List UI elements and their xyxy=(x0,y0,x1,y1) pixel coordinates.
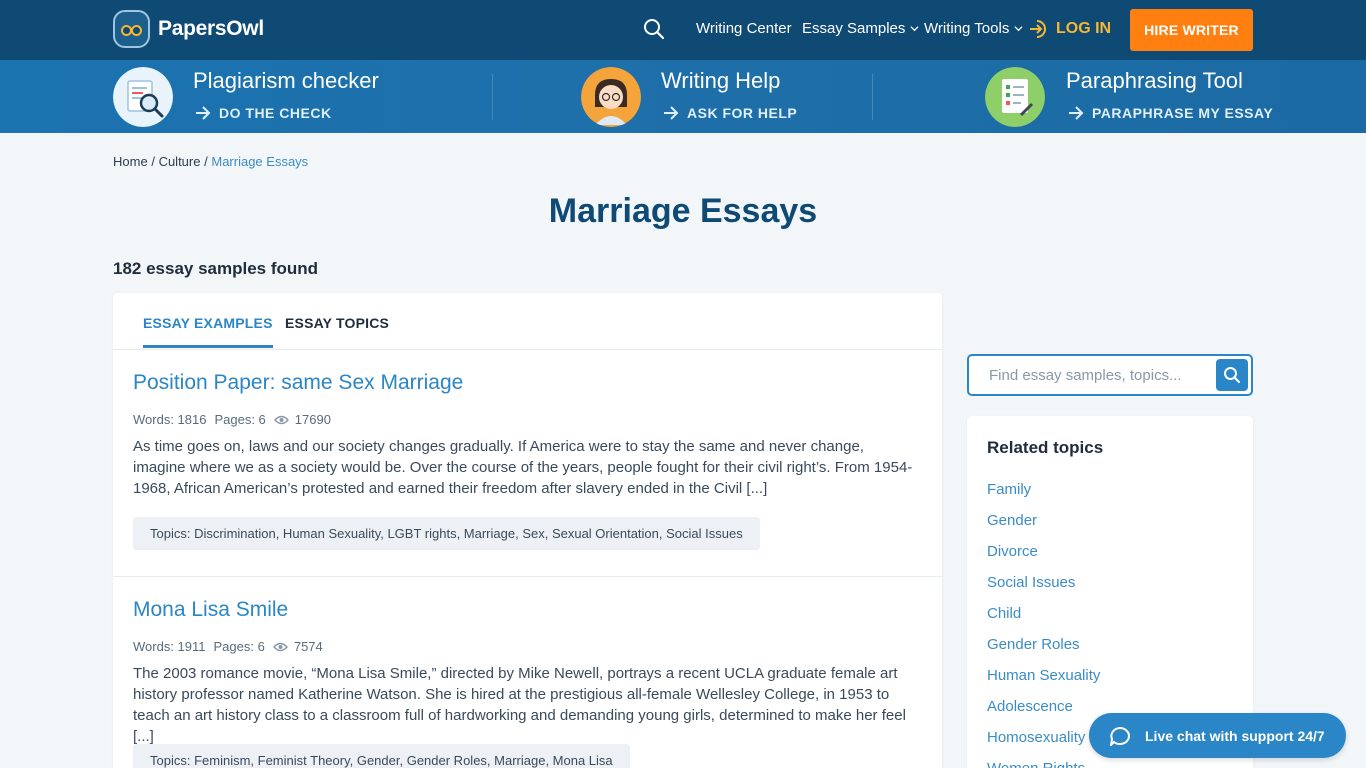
do-the-check-link[interactable]: DO THE CHECK xyxy=(195,105,332,121)
results-count: 182 essay samples found xyxy=(113,259,319,278)
related-topic-link[interactable]: Social Issues xyxy=(987,574,1100,605)
search-icon xyxy=(1224,367,1240,383)
tab-essay-examples[interactable]: ESSAY EXAMPLES xyxy=(143,315,273,348)
essay-word-count: Words: 1816 xyxy=(133,412,207,427)
essay-search-button[interactable] xyxy=(1216,359,1248,391)
essay-word-count: Words: 1911 xyxy=(133,639,206,654)
breadcrumb-separator: / xyxy=(204,154,208,169)
essay-list-card: ESSAY EXAMPLES ESSAY TOPICS Position Pap… xyxy=(113,293,942,768)
hire-writer-button[interactable]: HIRE WRITER xyxy=(1130,9,1253,51)
eye-icon xyxy=(272,642,288,651)
arrow-right-icon xyxy=(664,106,679,120)
essay-item: Position Paper: same Sex Marriage Words:… xyxy=(113,371,942,576)
brand-name: PapersOwl xyxy=(158,17,264,40)
service-title: Paraphrasing Tool xyxy=(1066,68,1243,93)
paraphrase-my-essay-link[interactable]: PARAPHRASE MY ESSAY xyxy=(1068,105,1273,121)
breadcrumb: Home / Culture / Marriage Essays xyxy=(113,154,308,169)
tab-bar: ESSAY EXAMPLES ESSAY TOPICS xyxy=(113,293,942,350)
tab-essay-topics[interactable]: ESSAY TOPICS xyxy=(285,315,389,345)
essay-search-box xyxy=(967,354,1253,396)
chevron-down-icon xyxy=(1014,26,1023,32)
eye-icon xyxy=(273,415,289,424)
related-topic-link[interactable]: Gender xyxy=(987,512,1100,543)
service-title: Writing Help xyxy=(661,68,781,93)
writer-avatar-icon xyxy=(581,67,641,127)
related-topic-link[interactable]: Divorce xyxy=(987,543,1100,574)
related-topic-link[interactable]: Women Rights xyxy=(987,760,1100,768)
service-title: Plagiarism checker xyxy=(193,68,379,93)
chat-bubble-icon xyxy=(1109,726,1130,746)
essay-excerpt: As time goes on, laws and our society ch… xyxy=(133,438,913,497)
live-chat-button[interactable]: Live chat with support 24/7 xyxy=(1089,713,1346,758)
plagiarism-magnifier-icon xyxy=(113,67,173,127)
essay-search-input[interactable] xyxy=(989,364,1189,386)
essay-item: Mona Lisa Smile Words: 1911 Pages: 6 757… xyxy=(113,598,942,768)
essay-page-count: Pages: 6 xyxy=(214,412,266,427)
essay-divider xyxy=(113,576,942,577)
service-writing-help[interactable]: Writing Help ASK FOR HELP xyxy=(581,60,861,133)
breadcrumb-home[interactable]: Home xyxy=(113,154,148,169)
nav-essay-samples[interactable]: Essay Samples xyxy=(802,20,919,37)
nav-writing-center[interactable]: Writing Center xyxy=(696,20,792,37)
related-topic-link[interactable]: Family xyxy=(987,481,1100,512)
ask-for-help-link[interactable]: ASK FOR HELP xyxy=(663,105,797,121)
breadcrumb-separator: / xyxy=(151,154,155,169)
login-icon xyxy=(1030,20,1046,38)
breadcrumb-culture[interactable]: Culture xyxy=(159,154,201,169)
essay-excerpt: The 2003 romance movie, “Mona Lisa Smile… xyxy=(133,665,906,745)
band-divider xyxy=(492,74,493,120)
essay-title-link[interactable]: Mona Lisa Smile xyxy=(133,598,288,622)
arrow-right-icon xyxy=(196,106,211,120)
related-topic-link[interactable]: Child xyxy=(987,605,1100,636)
top-navbar: PapersOwl Writing Center Essay Samples W… xyxy=(0,0,1366,60)
logo[interactable]: PapersOwl xyxy=(113,10,264,48)
essay-page-count: Pages: 6 xyxy=(213,639,265,654)
paraphrase-checklist-icon xyxy=(985,67,1045,127)
nav-writing-tools[interactable]: Writing Tools xyxy=(924,20,1023,37)
services-band: Plagiarism checker DO THE CHECK Writing … xyxy=(0,60,1366,133)
owl-logo-icon xyxy=(113,10,150,48)
essay-meta: Words: 1911 Pages: 6 7574 xyxy=(133,639,331,654)
related-topics-list: Family Gender Divorce Social Issues Chil… xyxy=(987,481,1100,768)
related-topic-link[interactable]: Homosexuality xyxy=(987,729,1100,760)
page-title: Marriage Essays xyxy=(548,192,818,230)
login-link[interactable]: LOG IN xyxy=(1028,19,1111,39)
related-topic-link[interactable]: Human Sexuality xyxy=(987,667,1100,698)
related-topics-title: Related topics xyxy=(987,438,1104,457)
service-plagiarism-checker[interactable]: Plagiarism checker DO THE CHECK xyxy=(113,60,473,133)
essay-view-count: 17690 xyxy=(294,412,331,427)
search-icon[interactable] xyxy=(643,18,665,40)
band-divider xyxy=(872,74,873,120)
related-topic-link[interactable]: Adolescence xyxy=(987,698,1100,729)
chevron-down-icon xyxy=(910,26,919,32)
breadcrumb-current: Marriage Essays xyxy=(211,154,309,169)
arrow-right-icon xyxy=(1069,106,1084,120)
essay-topics-tag: Topics: Feminism, Feminist Theory, Gende… xyxy=(133,744,630,768)
related-topic-link[interactable]: Gender Roles xyxy=(987,636,1100,667)
essay-meta: Words: 1816 Pages: 6 17690 xyxy=(133,412,339,427)
service-paraphrasing-tool[interactable]: Paraphrasing Tool PARAPHRASE MY ESSAY xyxy=(985,60,1273,133)
essay-topics-tag: Topics: Discrimination, Human Sexuality,… xyxy=(133,517,760,550)
essay-title-link[interactable]: Position Paper: same Sex Marriage xyxy=(133,371,463,395)
essay-view-count: 7574 xyxy=(293,639,323,654)
